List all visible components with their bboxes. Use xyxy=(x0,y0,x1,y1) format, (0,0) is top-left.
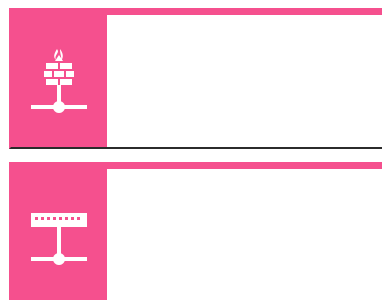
tile-icon-panel xyxy=(11,15,107,147)
network-switch-icon xyxy=(31,213,87,265)
network-tile-firewall[interactable] xyxy=(9,8,382,149)
network-firewall-icon xyxy=(31,49,87,113)
network-tile-switch[interactable] xyxy=(9,162,382,300)
tile-content-area xyxy=(107,169,382,300)
tile-content-area xyxy=(107,15,382,147)
tile-icon-panel xyxy=(11,169,107,300)
